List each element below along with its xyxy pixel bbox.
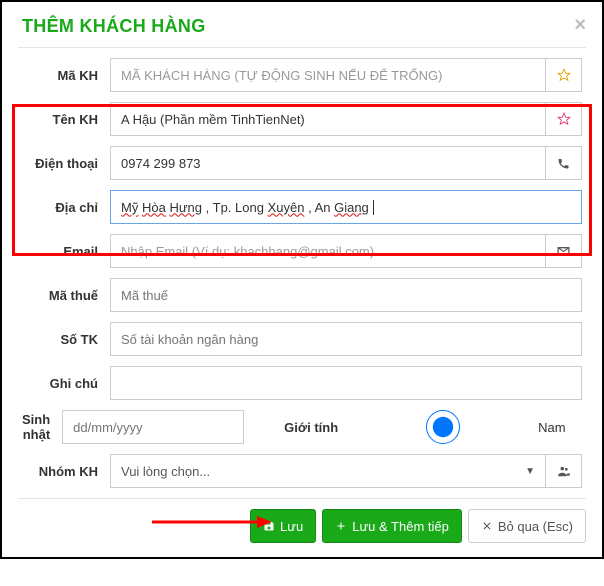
label-diachi: Địa chỉ <box>22 200 110 215</box>
label-nhomkh: Nhóm KH <box>22 464 110 479</box>
chevron-down-icon: ▼ <box>525 466 535 477</box>
modal-footer: Lưu Lưu & Thêm tiếp Bỏ qua (Esc) <box>18 498 586 543</box>
star-icon[interactable] <box>546 58 582 92</box>
label-dienthoai: Điện thoại <box>22 156 110 171</box>
row-makh: Mã KH <box>22 58 582 92</box>
save-continue-button-label: Lưu & Thêm tiếp <box>352 519 449 534</box>
row-diachi: Địa chỉ Mỹ Hòa Hưng , Tp. Long Xuyên , A… <box>22 190 582 224</box>
row-nhomkh: Nhóm KH Vui lòng chọn... ▼ <box>22 454 582 488</box>
input-dienthoai[interactable] <box>110 146 546 180</box>
label-ghichu: Ghi chú <box>22 376 110 391</box>
star-icon[interactable] <box>546 102 582 136</box>
input-ghichu[interactable] <box>110 366 582 400</box>
customer-form: Mã KH Tên KH <box>18 58 586 488</box>
input-tenkh[interactable] <box>110 102 546 136</box>
select-nhomkh-value: Vui lòng chọn... <box>121 464 210 479</box>
label-sotk: Số TK <box>22 332 110 347</box>
save-continue-button[interactable]: Lưu & Thêm tiếp <box>322 509 462 543</box>
select-nhomkh[interactable]: Vui lòng chọn... ▼ <box>110 454 546 488</box>
label-tenkh: Tên KH <box>22 112 110 127</box>
input-mathue[interactable] <box>110 278 582 312</box>
radio-nu[interactable]: Nữ <box>578 410 604 444</box>
label-mathue: Mã thuế <box>22 288 110 303</box>
add-customer-modal: THÊM KHÁCH HÀNG × Mã KH Tên KH <box>0 0 604 559</box>
save-button[interactable]: Lưu <box>250 509 316 543</box>
save-button-label: Lưu <box>280 519 303 534</box>
label-makh: Mã KH <box>22 68 110 83</box>
cancel-button-label: Bỏ qua (Esc) <box>498 519 573 534</box>
label-gioitinh: Giới tính <box>270 420 338 435</box>
envelope-icon <box>546 234 582 268</box>
label-sinhnhat: Sinh nhật <box>22 412 62 442</box>
phone-icon <box>546 146 582 180</box>
modal-title: THÊM KHÁCH HÀNG <box>18 2 586 47</box>
close-icon[interactable]: × <box>574 14 586 37</box>
cancel-button[interactable]: Bỏ qua (Esc) <box>468 509 586 543</box>
row-sotk: Số TK <box>22 322 582 356</box>
row-mathue: Mã thuế <box>22 278 582 312</box>
row-sinhnhat: Sinh nhật Giới tính Nam Nữ Khác <box>22 410 582 444</box>
input-makh[interactable] <box>110 58 546 92</box>
row-tenkh: Tên KH <box>22 102 582 136</box>
row-email: Email <box>22 234 582 268</box>
input-sinhnhat[interactable] <box>62 410 244 444</box>
input-email[interactable] <box>110 234 546 268</box>
label-email: Email <box>22 244 110 259</box>
row-dienthoai: Điện thoại <box>22 146 582 180</box>
radio-nam[interactable]: Nam <box>352 410 565 444</box>
users-icon[interactable] <box>546 454 582 488</box>
divider <box>18 47 586 48</box>
gender-radios: Nam Nữ Khác <box>352 410 604 444</box>
row-ghichu: Ghi chú <box>22 366 582 400</box>
input-diachi[interactable]: Mỹ Hòa Hưng , Tp. Long Xuyên , An Giang <box>110 190 582 224</box>
input-sotk[interactable] <box>110 322 582 356</box>
